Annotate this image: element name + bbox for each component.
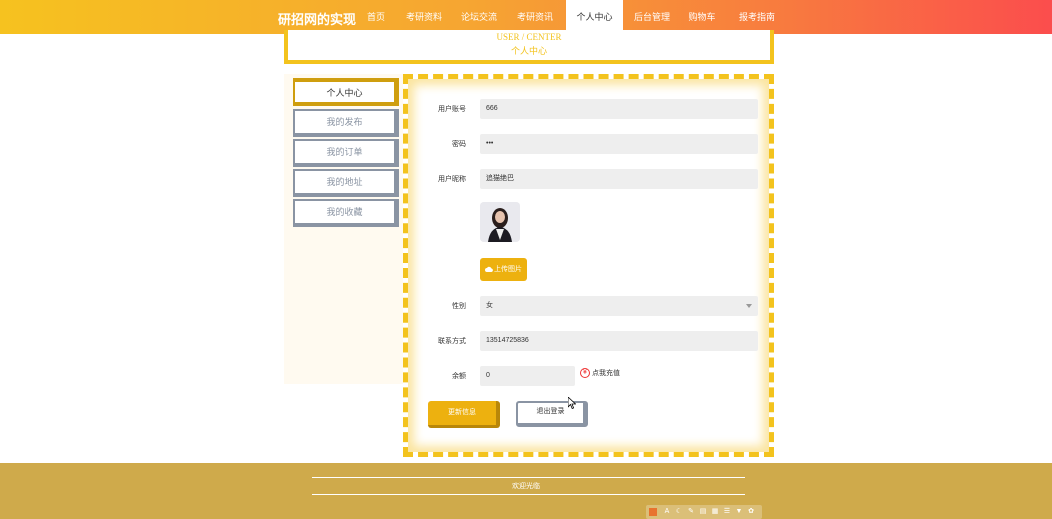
profile-form-panel: 用户账号 666 密码 ••• 用户昵称 追猫绝巴 上传图片 性别 女 联系方式…	[403, 74, 774, 457]
upload-button-label: 上传图片	[494, 266, 522, 273]
nav-item-user-center[interactable]: 个人中心	[566, 0, 623, 34]
sidebar-item-my-orders[interactable]: 我的订单	[293, 139, 399, 167]
logout-button[interactable]: 退出登录	[516, 401, 588, 427]
nav-item-admin[interactable]: 后台管理	[630, 0, 674, 34]
mouse-cursor-icon	[568, 397, 576, 409]
footer-divider-top	[312, 477, 745, 478]
nickname-field[interactable]: 追猫绝巴	[480, 169, 758, 189]
nav-item-home[interactable]: 首页	[360, 0, 392, 34]
phone-field[interactable]: 13514725836	[480, 331, 758, 351]
brush-icon[interactable]: ✎	[687, 508, 695, 516]
account-label: 用户账号	[438, 106, 466, 113]
page-header-box: USER / CENTER 个人中心	[284, 30, 774, 64]
keyboard-icon[interactable]: ▤	[699, 508, 707, 516]
footer-divider-bottom	[312, 494, 745, 495]
sidebar-item-my-address[interactable]: 我的地址	[293, 169, 399, 197]
sidebar-item-user-center[interactable]: 个人中心	[293, 78, 399, 106]
upload-image-button[interactable]: 上传图片	[480, 258, 527, 281]
chevron-down-icon	[746, 304, 752, 308]
footer-text: 欢迎光临	[512, 483, 540, 490]
recharge-label: 点我充值	[592, 370, 620, 377]
nav-item-cart[interactable]: 购物车	[684, 0, 720, 34]
nav-item-news[interactable]: 考研资讯	[513, 0, 557, 34]
site-brand[interactable]: 研招网的实现	[278, 9, 356, 28]
sidebar-item-my-posts[interactable]: 我的发布	[293, 109, 399, 137]
gender-value: 女	[486, 302, 493, 309]
nickname-label: 用户昵称	[438, 176, 466, 183]
toolbar-logo-icon[interactable]	[649, 508, 657, 516]
avatar-photo-icon	[480, 202, 520, 242]
password-field[interactable]: •••	[480, 134, 758, 154]
account-field[interactable]: 666	[480, 99, 758, 119]
balance-label: 余额	[452, 373, 466, 380]
gender-label: 性别	[452, 303, 466, 310]
list-icon[interactable]: ☰	[723, 508, 731, 516]
avatar	[480, 202, 520, 242]
cloud-upload-icon	[485, 266, 493, 273]
gender-select[interactable]: 女	[480, 296, 758, 316]
floating-toolbar: A ☾ ✎ ▤ ▦ ☰ ▼ ✿	[646, 505, 762, 519]
phone-label: 联系方式	[438, 338, 466, 345]
update-info-button[interactable]: 更新信息	[428, 401, 500, 428]
nav-item-forum[interactable]: 论坛交流	[457, 0, 501, 34]
footer: 欢迎光临 A ☾ ✎ ▤ ▦ ☰ ▼ ✿	[0, 463, 1052, 519]
recharge-link[interactable]: ¥ 点我充值	[580, 368, 620, 380]
gear-icon[interactable]: ✿	[747, 508, 755, 516]
font-icon[interactable]: A	[663, 508, 671, 516]
moon-icon[interactable]: ☾	[675, 508, 683, 516]
yuan-icon: ¥	[580, 368, 590, 379]
sidebar: 个人中心 我的发布 我的订单 我的地址 我的收藏	[284, 74, 404, 384]
top-nav: 研招网的实现 首页 考研资料 论坛交流 考研资讯 个人中心 后台管理 购物车 报…	[0, 0, 1052, 34]
shirt-icon[interactable]: ▼	[735, 508, 743, 516]
nav-item-guide[interactable]: 报考指南	[735, 0, 779, 34]
nav-item-materials[interactable]: 考研资料	[402, 0, 446, 34]
sidebar-item-my-favorites[interactable]: 我的收藏	[293, 199, 399, 227]
password-label: 密码	[452, 141, 466, 148]
balance-field[interactable]: 0	[480, 366, 575, 386]
grid-icon[interactable]: ▦	[711, 508, 719, 516]
page-title-en: USER / CENTER	[496, 32, 562, 42]
page-title: 个人中心	[510, 46, 547, 56]
